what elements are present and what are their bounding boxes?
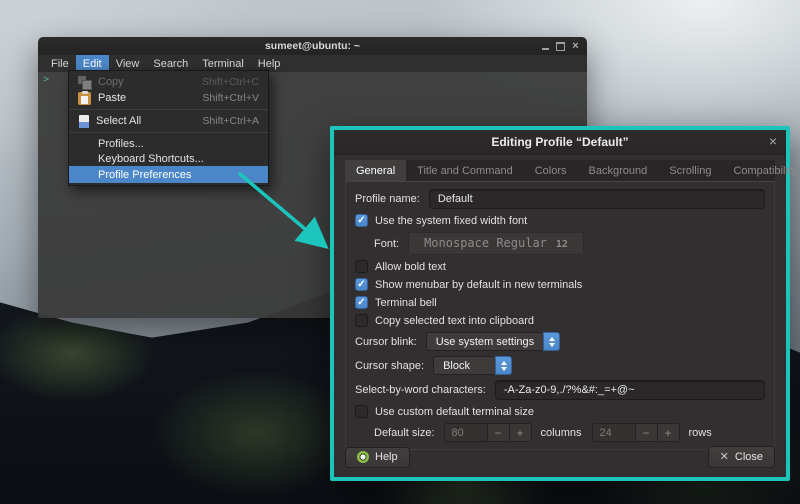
tab-scrolling[interactable]: Scrolling [658,160,722,181]
tab-compatibility[interactable]: Compatibility [722,160,800,181]
font-row: Font: Monospace Regular 12 [374,232,765,255]
tab-title-and-command[interactable]: Title and Command [406,160,524,181]
window-controls: × [541,37,580,55]
terminal-bell-checkbox[interactable]: ✓ [355,296,368,309]
show-menubar-checkbox[interactable]: ✓ [355,278,368,291]
allow-bold-checkbox[interactable] [355,260,368,273]
profile-name-input[interactable]: Default [429,189,765,209]
dropdown-spinner-icon[interactable] [543,332,560,351]
terminal-bell-row[interactable]: ✓ Terminal bell [355,296,765,309]
paste-icon [78,92,91,105]
menu-item-profiles[interactable]: Profiles... [69,136,268,151]
settings-notebook: General Title and Command Colors Backgro… [345,160,775,438]
cursor-blink-label: Cursor blink: [355,336,417,348]
select-chars-row: Select-by-word characters: -A-Za-z0-9,./… [355,380,765,400]
default-size-label: Default size: [374,427,435,439]
dropdown-spinner-icon[interactable] [495,356,512,375]
chevron-down-icon [501,367,507,371]
close-icon[interactable]: × [571,42,580,51]
font-size: 12 [556,239,568,250]
minimize-icon[interactable] [541,42,550,51]
terminal-titlebar[interactable]: sumeet@ubuntu: ~ × [38,37,587,55]
copy-shortcut: Shift+Ctrl+C [202,76,259,88]
select-all-shortcut: Shift+Ctrl+A [202,115,259,127]
cursor-shape-label: Cursor shape: [355,360,424,372]
menu-item-select-all[interactable]: Select All Shift+Ctrl+A [69,113,268,129]
show-menubar-label: Show menubar by default in new terminals [375,279,582,291]
menu-separator [69,132,268,133]
copy-icon [78,76,91,89]
help-button-label: Help [375,451,398,463]
show-menubar-row[interactable]: ✓ Show menubar by default in new termina… [355,278,765,291]
terminal-prompt: > [43,74,49,85]
menu-item-copy: Copy Shift+Ctrl+C [69,74,268,90]
select-chars-label: Select-by-word characters: [355,384,486,396]
copy-clipboard-row[interactable]: Copy selected text into clipboard [355,314,765,327]
chevron-down-icon [549,343,555,347]
dialog-close-icon[interactable]: × [769,134,777,148]
tab-background[interactable]: Background [578,160,659,181]
menu-separator [69,109,268,110]
chevron-up-icon [501,361,507,365]
select-all-icon [79,115,89,128]
font-name: Monospace Regular [424,236,547,250]
use-system-font-row[interactable]: ✓ Use the system fixed width font [355,214,765,227]
use-system-font-label: Use the system fixed width font [375,215,527,227]
tab-colors[interactable]: Colors [524,160,578,181]
cursor-shape-value: Block [433,356,495,375]
help-lifebuoy-icon [357,451,369,463]
dialog-action-row: Help ✕ Close [334,438,786,477]
close-x-icon: ✕ [720,450,729,463]
cursor-blink-value: Use system settings [426,332,543,351]
maximize-icon[interactable] [556,42,565,51]
cursor-blink-row: Cursor blink: Use system settings [355,332,765,351]
dialog-titlebar[interactable]: Editing Profile “Default” × [334,130,786,155]
select-chars-input[interactable]: -A-Za-z0-9,./?%&#:_=+@~ [495,380,765,400]
help-button[interactable]: Help [345,447,410,468]
terminal-title: sumeet@ubuntu: ~ [38,40,587,52]
menu-item-keyboard-shortcuts[interactable]: Keyboard Shortcuts... [69,151,268,166]
copy-clipboard-label: Copy selected text into clipboard [375,315,534,327]
font-label: Font: [374,238,399,250]
custom-size-checkbox[interactable] [355,405,368,418]
profile-name-row: Profile name: Default [355,189,765,209]
tab-general[interactable]: General [345,160,406,181]
custom-size-row[interactable]: Use custom default terminal size [355,405,765,418]
close-button-label: Close [735,451,763,463]
terminal-bell-label: Terminal bell [375,297,437,309]
font-picker-button: Monospace Regular 12 [408,232,584,255]
dialog-title: Editing Profile “Default” [491,135,628,149]
copy-clipboard-checkbox[interactable] [355,314,368,327]
close-button[interactable]: ✕ Close [708,446,775,468]
tab-bar: General Title and Command Colors Backgro… [345,160,775,181]
profile-preferences-dialog: Editing Profile “Default” × General Titl… [330,126,790,481]
desktop-wallpaper: sumeet@ubuntu: ~ × File Edit View Search… [0,0,800,504]
cursor-shape-row: Cursor shape: Block [355,356,765,375]
paste-shortcut: Shift+Ctrl+V [202,92,259,104]
annotation-arrow-icon [228,166,336,254]
columns-unit-label: columns [541,427,582,439]
chevron-up-icon [549,337,555,341]
rows-unit-label: rows [689,427,712,439]
custom-size-label: Use custom default terminal size [375,406,534,418]
cursor-blink-dropdown[interactable]: Use system settings [426,332,560,351]
menu-item-paste[interactable]: Paste Shift+Ctrl+V [69,90,268,106]
profile-name-label: Profile name: [355,193,420,205]
general-tab-content: Profile name: Default ✓ Use the system f… [345,181,775,450]
cursor-shape-dropdown[interactable]: Block [433,356,512,375]
use-system-font-checkbox[interactable]: ✓ [355,214,368,227]
allow-bold-label: Allow bold text [375,261,446,273]
allow-bold-row[interactable]: Allow bold text [355,260,765,273]
